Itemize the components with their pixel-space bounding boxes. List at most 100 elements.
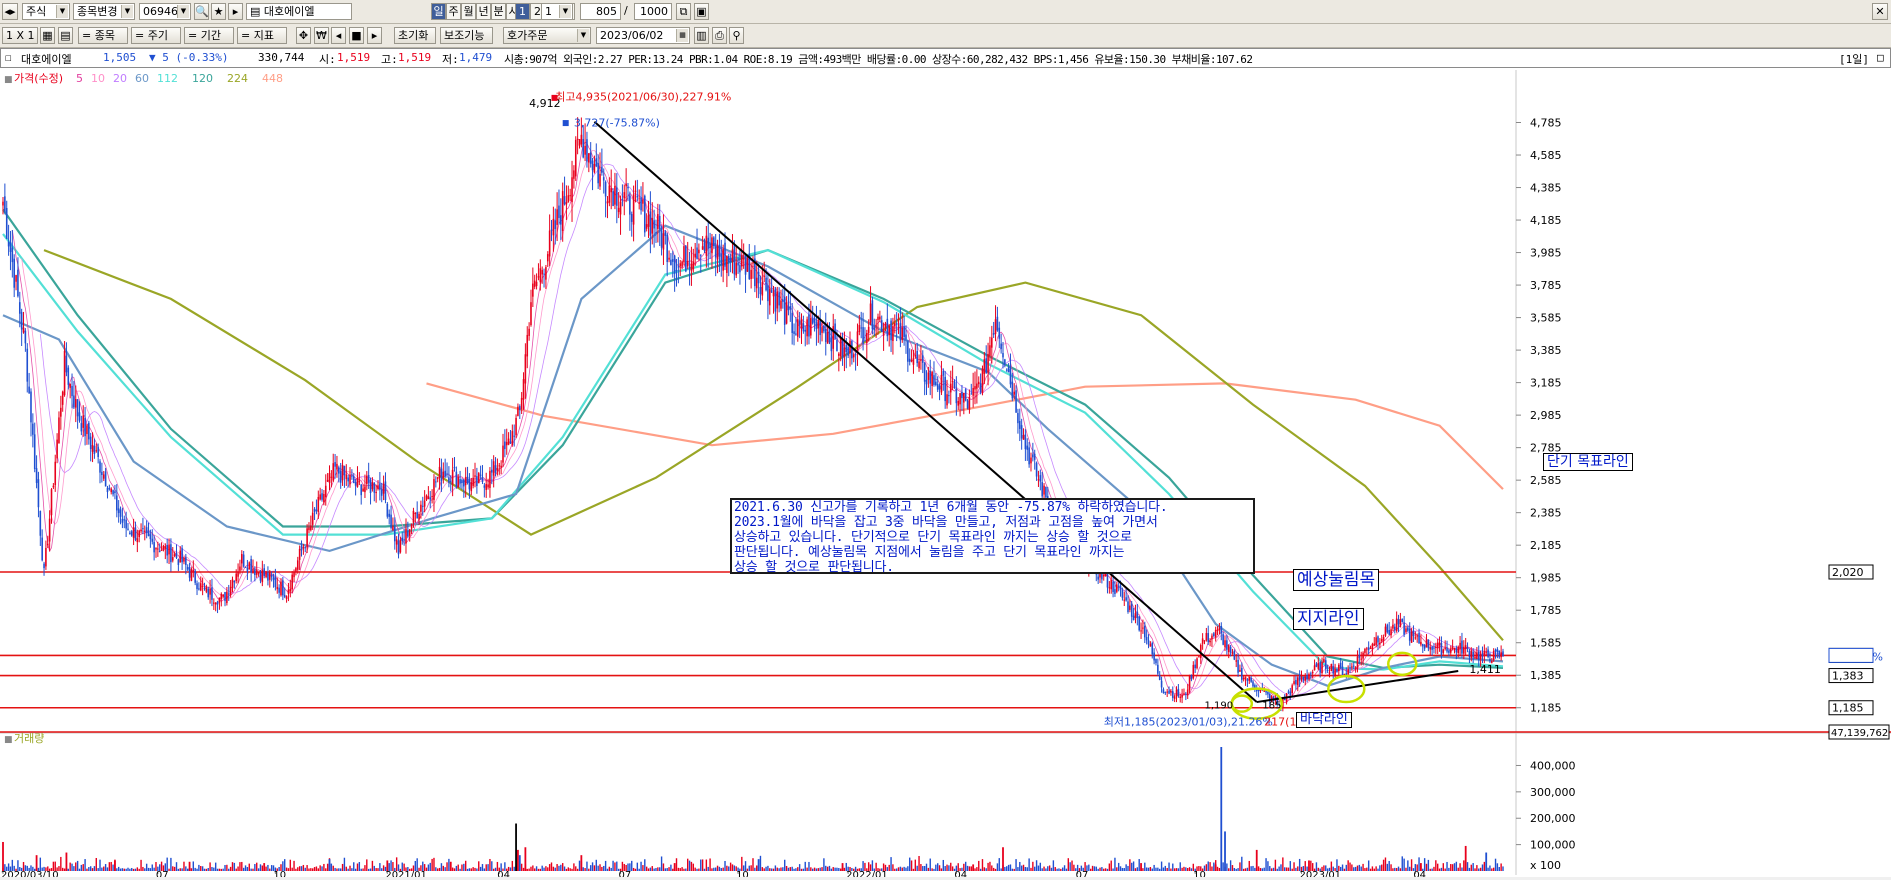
save-icon[interactable]: ▣ <box>694 3 709 20</box>
volume-bar <box>953 868 956 871</box>
volume-bar <box>1451 864 1454 871</box>
volume-bar <box>1345 864 1347 871</box>
volume-bar <box>733 865 736 871</box>
window-icon[interactable]: ⧉ <box>676 3 691 20</box>
candle-body <box>173 554 176 557</box>
x-tick-label: 07 <box>156 870 169 877</box>
order-button[interactable]: 호가주문 ▼ <box>503 27 591 44</box>
candle-body <box>1250 677 1252 682</box>
stock-name-value: 대호에이엘 <box>263 5 315 18</box>
range-button[interactable]: = 기간 <box>184 27 234 44</box>
volume-bar <box>134 868 137 871</box>
volume-bar <box>201 866 204 871</box>
list-icon[interactable]: ▤ <box>58 27 73 44</box>
menu-icon[interactable]: ◂▸ <box>2 3 18 20</box>
zoom-icon[interactable]: ⚲ <box>729 27 744 44</box>
period-tab-3[interactable]: 년 <box>476 3 491 20</box>
candle-body <box>241 554 243 564</box>
volume-bar <box>474 867 476 871</box>
search-icon[interactable]: 🔍 <box>194 3 209 20</box>
candle-body <box>1000 343 1002 349</box>
grid-icon[interactable]: ▦ <box>40 27 55 44</box>
candle-body <box>935 381 937 385</box>
candle-body <box>494 465 497 473</box>
market-select[interactable]: 주식 ▼ <box>22 3 70 20</box>
volume-bar <box>772 868 775 871</box>
candle-body <box>869 303 872 323</box>
candle-body <box>487 484 489 488</box>
volume-bar <box>567 867 569 871</box>
volume-bar <box>267 864 269 871</box>
candle-body <box>470 482 473 492</box>
volume-bar <box>681 867 683 871</box>
volume-bar <box>276 868 278 871</box>
period-tab-0[interactable]: 일 <box>431 3 446 20</box>
volume-bar <box>534 868 536 871</box>
volume-bar <box>666 868 668 871</box>
stop-icon[interactable]: ■ <box>349 27 364 44</box>
volume-bar <box>1175 868 1178 871</box>
candle-body <box>58 417 60 444</box>
volume-bar <box>356 863 359 871</box>
volume-bar <box>625 864 627 871</box>
layout-button[interactable]: 1 X 1 <box>2 27 38 44</box>
candle-body <box>1233 650 1236 660</box>
candle-body <box>852 354 855 358</box>
date-input[interactable]: 2023/06/02 ▦ <box>596 27 690 44</box>
volume-spike <box>188 861 191 871</box>
move-icon[interactable]: ✥ <box>296 27 311 44</box>
period-tab-1[interactable]: 주 <box>446 3 461 20</box>
volume-bar <box>1151 868 1153 871</box>
candle-body <box>931 371 933 387</box>
volume-bar <box>920 864 922 871</box>
cycle-button[interactable]: = 주기 <box>131 27 181 44</box>
count-input[interactable]: 805 <box>580 3 621 20</box>
candle-body <box>722 249 724 271</box>
currency-icon[interactable]: ₩ <box>314 27 329 44</box>
candle-body <box>1470 650 1473 658</box>
scroll-left-icon[interactable]: ◂ <box>331 27 346 44</box>
volume-bar <box>1101 867 1103 871</box>
volume-bar <box>334 867 336 871</box>
reset-button[interactable]: 초기화 <box>394 27 436 44</box>
volume-bar <box>955 865 958 871</box>
item-button[interactable]: = 종목 <box>78 27 128 44</box>
volume-bar <box>211 867 213 871</box>
scroll-right-icon[interactable]: ▸ <box>367 27 382 44</box>
aux-button[interactable]: 보조기능 <box>440 27 493 44</box>
candle-body <box>884 324 887 328</box>
star-icon[interactable]: ★ <box>211 3 226 20</box>
period-tab-2[interactable]: 월 <box>461 3 476 20</box>
indicator-button[interactable]: = 지표 <box>237 27 287 44</box>
volume-bar <box>1409 866 1411 871</box>
volume-bar <box>1060 868 1062 871</box>
volume-bar <box>395 857 398 871</box>
candle-body <box>1242 677 1245 680</box>
candle-body <box>625 183 627 187</box>
legend-item: 120 <box>192 72 213 85</box>
candle-body <box>1448 650 1450 653</box>
table-icon[interactable]: ▥ <box>694 27 709 44</box>
candle-body <box>323 494 325 503</box>
close-icon[interactable]: ✕ <box>1872 3 1888 20</box>
maximize-icon[interactable]: □ <box>1877 51 1884 64</box>
code-input[interactable]: 069460 ▼ <box>139 3 191 20</box>
mode-select[interactable]: 종목변경 ▼ <box>73 3 135 20</box>
period-tab-4[interactable]: 분 <box>491 3 506 20</box>
candle-body <box>927 372 930 380</box>
volume-bar <box>1062 867 1064 871</box>
calendar-icon: ▦ <box>676 29 688 42</box>
volume-bar <box>905 867 907 871</box>
volume-bar <box>763 868 765 871</box>
candle-body <box>1244 676 1247 680</box>
candle-body <box>1461 640 1463 654</box>
candle-body <box>125 519 127 529</box>
print-icon[interactable]: ⎙ <box>712 27 727 44</box>
checkbox-icon[interactable]: ☐ <box>5 51 12 64</box>
stock-name-field[interactable]: ▤ 대호에이엘 <box>246 3 352 20</box>
prev-arrow-icon[interactable]: ▸ <box>228 3 243 20</box>
drop-marker <box>562 120 569 127</box>
number-tab-1[interactable]: 1 <box>515 3 530 20</box>
candle-body <box>1127 601 1129 612</box>
number-select[interactable]: 1 ▼ <box>541 3 573 20</box>
